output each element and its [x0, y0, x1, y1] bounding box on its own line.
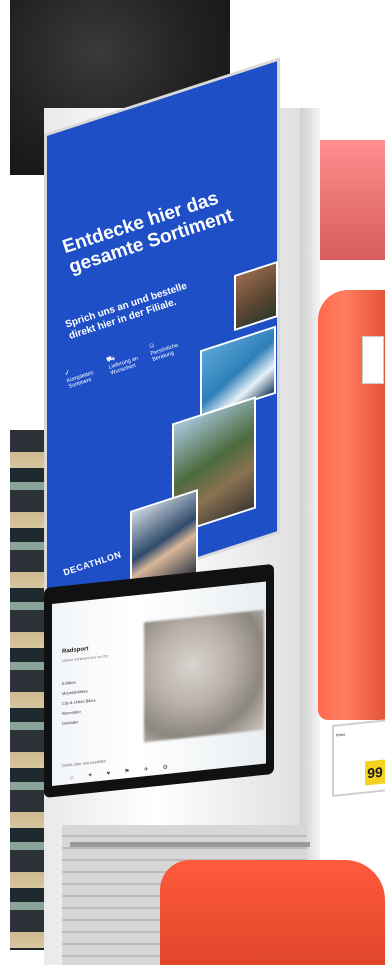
store-scene: Entdecke hier das gesamte Sortiment Spri…: [0, 0, 385, 965]
kiosk-menu-item[interactable]: Dreiräder: [62, 715, 96, 729]
kiosk-footer: Direkt über uns bestellen: [62, 758, 107, 768]
kiosk-subtitle: Unsere Sortiment hier vor Ort: [62, 654, 108, 663]
hanger-rail: [70, 842, 310, 847]
product-rack: [10, 430, 44, 950]
kiosk-screen[interactable]: Radsport Unsere Sortiment hier vor Ort E…: [52, 581, 266, 786]
price-value: 99: [365, 759, 385, 786]
kiosk-menu: E-Bikes Mountainbikes City & Urban Bikes…: [62, 675, 96, 729]
kiosk-hero-image: [144, 609, 264, 743]
price-tag: Preis 99: [332, 719, 385, 797]
red-jackets-bottom: [160, 860, 385, 965]
kiosk-title: Radsport: [62, 646, 89, 655]
jacket-tag: [362, 336, 384, 384]
red-light: [320, 140, 385, 260]
price-label: Preis: [336, 731, 346, 738]
